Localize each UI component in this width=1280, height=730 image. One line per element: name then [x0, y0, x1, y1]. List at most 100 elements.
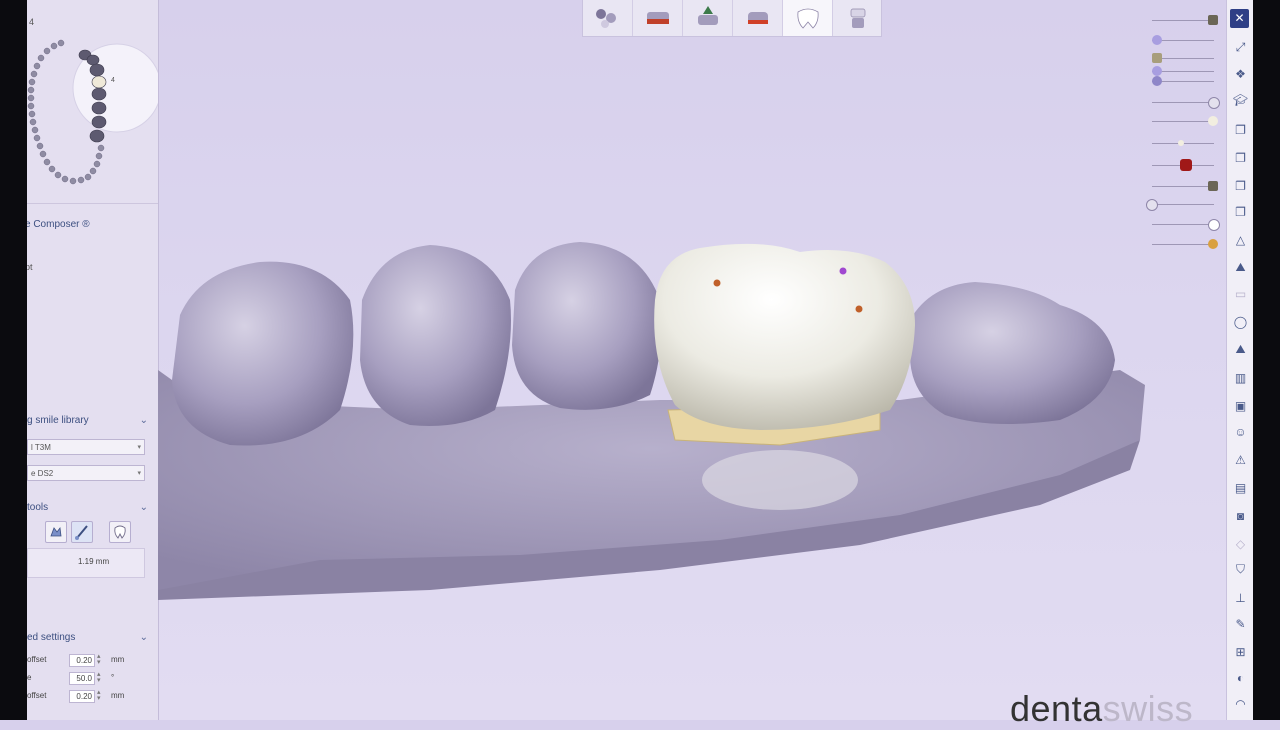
visibility-slider[interactable] — [1152, 35, 1214, 45]
measure-icon[interactable]: △ — [1231, 230, 1250, 249]
library-select-1-value: l T3M — [31, 443, 51, 452]
connector-icon — [850, 8, 866, 28]
dental-arch-chart[interactable]: 4 — [27, 30, 158, 195]
visibility-slider[interactable] — [1152, 53, 1214, 63]
view-cube-icon[interactable]: ❖ — [1231, 64, 1250, 83]
svg-text:4: 4 — [111, 77, 115, 84]
visibility-slider[interactable] — [1152, 239, 1218, 249]
3d-viewport[interactable] — [158, 37, 1226, 720]
library-select-2[interactable]: e DS2 ▾ — [27, 465, 145, 481]
shield-icon[interactable]: ⛉ — [1231, 560, 1250, 579]
brand-part-1: denta — [1010, 688, 1103, 729]
insertion-button[interactable] — [733, 0, 783, 36]
spinner-icon[interactable]: ▴ ▾ — [97, 671, 101, 684]
tooth-button[interactable] — [783, 0, 833, 36]
visibility-slider[interactable] — [1152, 159, 1214, 171]
pen-icon[interactable]: ✎ — [1231, 614, 1250, 633]
slider-knob — [1208, 219, 1220, 231]
tooth-molar-2 — [910, 282, 1115, 424]
sphere-icon[interactable]: ◐ — [1231, 668, 1250, 687]
tools-header[interactable]: tools ⌄ — [27, 497, 158, 519]
scissors-icon — [1178, 140, 1184, 146]
tooth-premolar-2 — [512, 242, 662, 410]
visibility-slider[interactable] — [1146, 199, 1214, 211]
tooth-molar-1 — [172, 261, 354, 446]
spinner-icon[interactable]: ▴ ▾ — [97, 689, 101, 702]
visibility-slider[interactable] — [1152, 219, 1220, 231]
contact-point-marker[interactable] — [713, 279, 721, 287]
tooth-premolar-1 — [360, 245, 511, 426]
box-icon[interactable]: ▣ — [1231, 396, 1250, 415]
advanced-settings-header[interactable]: ed settings ⌄ — [27, 627, 158, 649]
setting-input[interactable]: 0.20 — [69, 690, 95, 703]
tools-title: tools — [27, 502, 49, 513]
contact-point-marker[interactable] — [839, 267, 847, 275]
fullscreen-icon[interactable]: ⤢ — [1231, 38, 1250, 57]
axis-icon[interactable]: ⊥ — [1231, 588, 1250, 607]
tool-button-brush-icon[interactable] — [71, 521, 93, 543]
visibility-slider[interactable] — [1152, 116, 1218, 126]
warning-icon[interactable]: ⚠ — [1231, 450, 1250, 469]
slider-knob — [1152, 35, 1162, 45]
spinner-icon[interactable]: ▴ ▾ — [97, 653, 101, 666]
chevron-down-icon: ⌄ — [139, 502, 148, 513]
visibility-slider[interactable] — [1152, 140, 1214, 146]
contact-point-marker[interactable] — [855, 305, 863, 313]
crown-restoration[interactable] — [654, 243, 915, 430]
setting-row: offset 0.20 ▴ ▾ mm — [27, 689, 158, 705]
copy-icon[interactable]: ❐ — [1231, 202, 1250, 221]
smile-library-header[interactable]: g smile library ⌄ — [27, 410, 158, 432]
copy-icon[interactable]: ❐ — [1231, 176, 1250, 195]
face-icon[interactable]: ☺ — [1231, 422, 1250, 441]
scan-icon[interactable]: ⛰ — [1231, 340, 1250, 359]
copy-icon[interactable]: ❐ — [1231, 120, 1250, 139]
brand-part-2: swiss — [1102, 688, 1194, 729]
visibility-slider[interactable] — [1152, 97, 1220, 109]
slider-knob — [1208, 239, 1218, 249]
crown-design-icon — [647, 12, 669, 24]
close-icon[interactable]: ✕ — [1230, 9, 1249, 28]
margin-line-button[interactable] — [683, 0, 733, 36]
right-toolbar: ⤢ ❖ 🎓︎ ❐ ❐ ❐ ❐ △ ⛰ ▭ ◯ ⛰ ▥ ▣ ☺ ⚠ ▤ ◙ ◇ ⛉… — [1226, 0, 1254, 720]
copy-icon[interactable]: ❐ — [1231, 148, 1250, 167]
disabled-tool-icon[interactable]: ◇ — [1231, 534, 1250, 553]
library-select-1[interactable]: l T3M ▾ — [27, 439, 145, 455]
distance-field[interactable]: 1.19 mm — [27, 548, 145, 578]
setting-row: e 50.0 ▴ ▾ ° — [27, 671, 158, 687]
slider-knob — [1208, 116, 1218, 126]
setting-label: e — [27, 673, 32, 682]
setting-label: offset — [27, 691, 47, 700]
visibility-slider[interactable] — [1152, 181, 1218, 191]
camera-icon[interactable]: ◙ — [1231, 506, 1250, 525]
advanced-settings-title: ed settings — [27, 632, 76, 643]
articulator-icon[interactable]: ⊞ — [1231, 642, 1250, 661]
ring-icon[interactable]: ◯ — [1231, 312, 1250, 331]
tool-button-add-icon[interactable] — [45, 521, 67, 543]
setting-input[interactable]: 50.0 — [69, 672, 95, 685]
setting-input[interactable]: 0.20 — [69, 654, 95, 667]
crown-design-button[interactable] — [633, 0, 683, 36]
tooth-icon — [797, 8, 819, 29]
connector-button[interactable] — [833, 0, 883, 36]
tooth-edit-icon[interactable]: ⛰ — [1231, 258, 1250, 277]
disabled-tool-icon[interactable]: ▭ — [1231, 284, 1250, 303]
screen-bezel-left — [0, 0, 27, 720]
smile-library-title: g smile library — [27, 415, 89, 426]
divider — [27, 203, 158, 204]
distance-value: 1.19 mm — [78, 557, 110, 566]
library-select-2-value: e DS2 — [31, 469, 54, 478]
articulation-button[interactable] — [583, 0, 633, 36]
margin-line-icon — [698, 6, 718, 25]
dropdown-arrow-icon: ▾ — [137, 444, 141, 451]
visibility-slider[interactable] — [1152, 15, 1218, 25]
visibility-slider[interactable] — [1152, 76, 1214, 86]
book-icon[interactable]: ▥ — [1231, 368, 1250, 387]
chevron-down-icon: ⌄ — [139, 415, 148, 426]
document-icon[interactable]: ▤ — [1231, 478, 1250, 497]
tool-button-tooth-icon[interactable] — [109, 521, 131, 543]
brand-watermark: dentaswiss — [1010, 688, 1193, 730]
visibility-slider[interactable] — [1152, 66, 1214, 76]
chevron-down-icon: ⌄ — [139, 632, 148, 643]
tooth-small-icon[interactable]: ◠ — [1231, 694, 1250, 713]
graduation-cap-icon[interactable]: 🎓︎ — [1231, 90, 1250, 109]
